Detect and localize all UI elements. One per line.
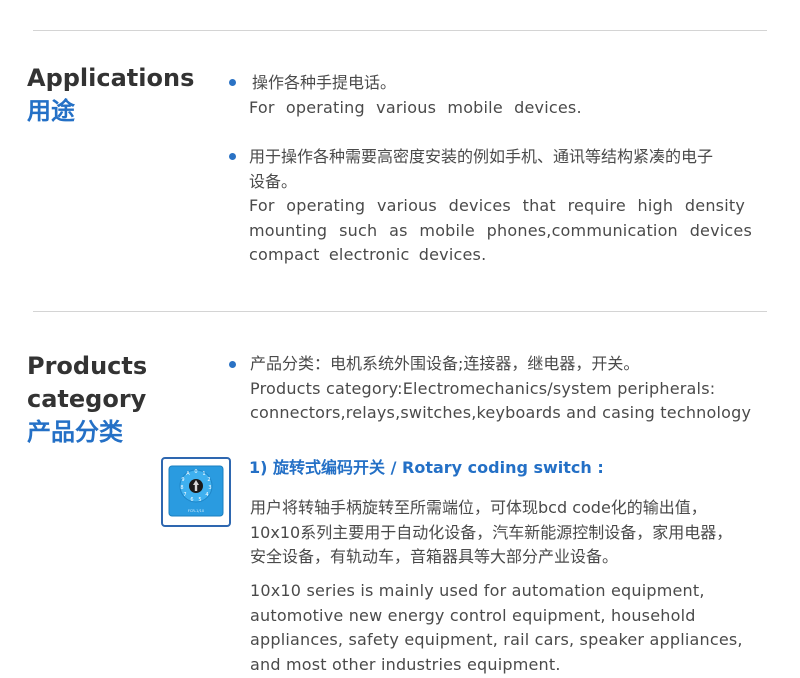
- applications-item-2-en-line: For operating various devices that requi…: [249, 196, 745, 215]
- svg-text:5: 5: [198, 497, 201, 503]
- rotary-switch-label: FCR-1/10: [188, 509, 205, 513]
- products-intro-en-line: Products category:Electromechanics/syste…: [250, 378, 716, 398]
- svg-text:6: 6: [190, 497, 193, 503]
- rotary-switch-cn-line: 用户将转轴手柄旋转至所需端位，可体现bcd code化的输出值，: [250, 498, 707, 517]
- bullet-dot-icon: [229, 79, 236, 86]
- applications-item-1-en: For operating various mobile devices.: [249, 96, 757, 121]
- middle-divider: [33, 311, 767, 312]
- svg-text:7: 7: [183, 492, 186, 498]
- rotary-switch-en-line: and most other industries equipment.: [250, 654, 561, 674]
- svg-text:2: 2: [207, 477, 210, 483]
- applications-item-1-cn: 操作各种手提电话。: [252, 73, 397, 92]
- applications-heading: Applications 用途: [27, 62, 194, 128]
- products-heading-cn: 产品分类: [27, 418, 123, 446]
- rotary-switch-title: 1) 旋转式编码开关 / Rotary coding switch :: [249, 458, 604, 477]
- svg-text:0: 0: [194, 469, 197, 475]
- rotary-switch-cn-line: 10x10系列主要用于自动化设备，汽车新能源控制设备，家用电器，: [250, 522, 733, 542]
- rotary-switch-en-line: automotive new energy control equipment,…: [250, 605, 696, 625]
- svg-text:8: 8: [180, 485, 183, 491]
- applications-heading-cn: 用途: [27, 97, 75, 125]
- applications-heading-en: Applications: [27, 64, 195, 92]
- products-heading-en-2: category: [27, 385, 147, 413]
- rotary-switch-en: 10x10 series is mainly used for automati…: [250, 579, 758, 677]
- products-intro-en-line: connectors,relays,switches,keyboards and…: [250, 403, 752, 422]
- rotary-switch-graphic: 0 12 345 678 9A FCR-1/10: [168, 465, 224, 517]
- applications-item-2: 用于操作各种需要高密度安装的例如手机、通讯等结构紧凑的电子 设备。 For op…: [249, 145, 757, 268]
- products-intro-cn: 产品分类：电机系统外围设备;连接器，继电器，开关。: [250, 354, 640, 373]
- products-intro: 产品分类：电机系统外围设备;连接器，继电器，开关。 Products categ…: [250, 352, 758, 426]
- svg-text:3: 3: [208, 485, 211, 491]
- applications-item-2-cn-line: 用于操作各种需要高密度安装的例如手机、通讯等结构紧凑的电子: [249, 147, 714, 166]
- rotary-switch-en-line: 10x10 series is mainly used for automati…: [250, 581, 705, 600]
- rotary-switch-cn: 用户将转轴手柄旋转至所需端位，可体现bcd code化的输出值， 10x10系列…: [250, 496, 758, 570]
- rotary-switch-en-line: appliances, safety equipment, rail cars,…: [250, 630, 743, 649]
- bullet-dot-icon: [229, 361, 236, 368]
- applications-item-2-en-line: compact electronic devices.: [249, 245, 487, 264]
- svg-text:9: 9: [181, 477, 184, 483]
- svg-text:4: 4: [205, 492, 208, 498]
- applications-item-1: 操作各种手提电话。: [252, 71, 760, 96]
- products-heading-en-1: Products: [27, 352, 148, 380]
- rotary-switch-cn-line: 安全设备，有轨动车，音箱器具等大部分产业设备。: [250, 547, 619, 566]
- bullet-dot-icon: [229, 153, 236, 160]
- svg-text:1: 1: [202, 471, 205, 477]
- products-heading: Products category 产品分类: [27, 350, 147, 449]
- applications-item-2-cn-line: 设备。: [249, 171, 298, 191]
- applications-item-1-en-line: For operating various mobile devices.: [249, 98, 582, 117]
- applications-item-2-en-line: mounting such as mobile phones,communica…: [249, 220, 752, 240]
- rotary-switch-image: 012 345 678 9A FCR-1/10: [161, 457, 231, 527]
- svg-text:A: A: [186, 471, 190, 477]
- top-divider: [33, 30, 767, 31]
